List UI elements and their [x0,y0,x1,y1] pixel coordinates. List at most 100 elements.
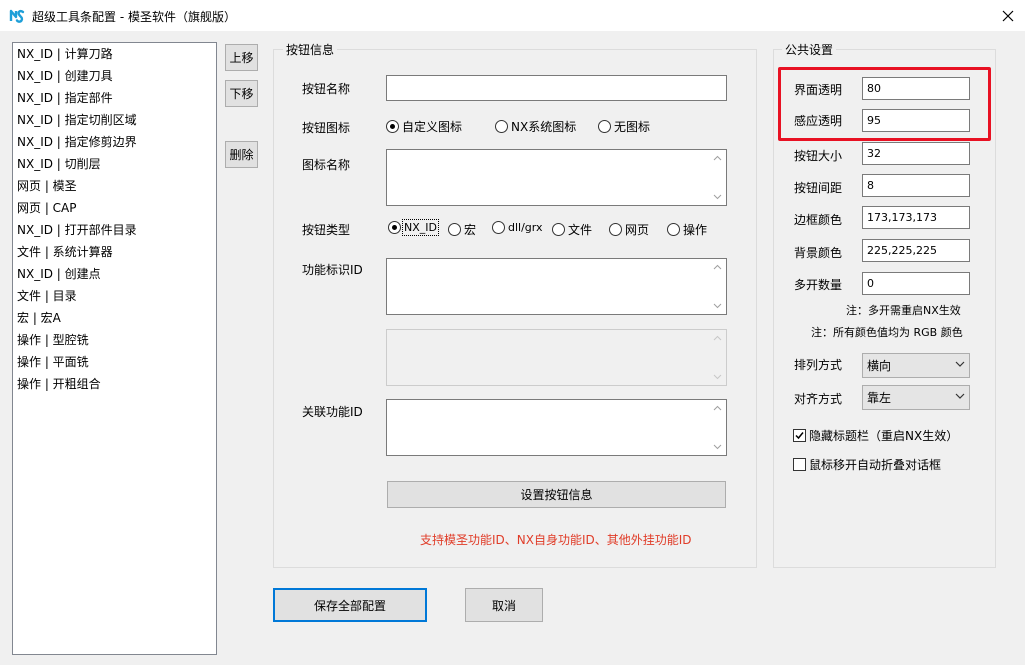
scrollbar[interactable] [709,150,726,205]
list-item[interactable]: NX_ID | 计算刀路 [17,43,113,65]
related-func-label: 关联功能ID [302,405,363,419]
sensing-opacity-label: 感应透明 [794,114,843,128]
type-radio-macro-label: 宏 [464,223,477,237]
delete-button[interactable]: 删除 [225,141,258,168]
list-item[interactable]: NX_ID | 打开部件目录 [17,219,137,241]
list-item[interactable]: 文件 | 系统计算器 [17,241,113,263]
multi-count-input[interactable]: 0 [862,272,970,295]
type-radio-dll-label: dll/grx [508,221,543,234]
radio-icon [495,120,508,133]
public-settings-group-title: 公共设置 [782,41,837,58]
button-name-input[interactable] [386,75,727,101]
scroll-up-icon [713,264,722,270]
button-spacing-label: 按钮间距 [794,181,843,195]
icon-name-textarea[interactable] [386,149,727,206]
arrange-select[interactable]: 横向 [862,353,970,378]
interface-opacity-input[interactable]: 80 [862,77,970,100]
disabled-textarea [386,329,727,386]
chevron-down-icon [955,361,965,367]
type-radio-nxid-label: NX_ID [402,219,439,236]
hide-titlebar-checkbox[interactable]: 隐藏标题栏（重启NX生效） [793,427,958,444]
close-icon [1002,10,1013,21]
type-radio-operation-label: 操作 [683,223,708,237]
icon-radio-custom-label: 自定义图标 [402,120,463,134]
auto-collapse-label: 鼠标移开自动折叠对话框 [809,458,942,472]
multi-restart-note: 注：多开需重启NX生效 [846,304,961,317]
scroll-up-icon [713,405,722,411]
align-select-value: 靠左 [867,391,892,405]
scroll-down-icon [713,374,722,380]
list-item[interactable]: NX_ID | 指定切削区域 [17,109,137,131]
list-item[interactable]: NX_ID | 创建点 [17,263,101,285]
arrange-select-value: 横向 [867,359,892,373]
set-button-info-button[interactable]: 设置按钮信息 [387,481,726,508]
list-item[interactable]: NX_ID | 指定修剪边界 [17,131,137,153]
type-radio-file[interactable]: 文件 [552,221,592,238]
list-item[interactable]: NX_ID | 切削层 [17,153,101,175]
button-name-label: 按钮名称 [302,82,351,96]
hide-titlebar-label: 隐藏标题栏（重启NX生效） [809,429,959,443]
icon-radio-nx[interactable]: NX系统图标 [495,118,576,135]
list-item[interactable]: 操作 | 型腔铣 [17,329,89,351]
scroll-up-icon [713,155,722,161]
type-radio-web-label: 网页 [625,223,650,237]
arrange-label: 排列方式 [794,358,843,372]
scrollbar[interactable] [709,259,726,314]
list-item[interactable]: 网页 | 模圣 [17,175,77,197]
checkbox-icon [793,458,806,471]
scroll-down-icon [713,194,722,200]
border-color-label: 边框颜色 [794,213,843,227]
scrollbar [709,330,726,385]
type-radio-web[interactable]: 网页 [609,221,649,238]
move-down-button[interactable]: 下移 [225,80,258,107]
save-all-button[interactable]: 保存全部配置 [273,588,427,622]
func-id-textarea[interactable] [386,258,727,315]
radio-selected-icon [386,120,399,133]
app-logo-icon [9,9,25,23]
list-item[interactable]: 文件 | 目录 [17,285,77,307]
list-item[interactable]: 网页 | CAP [17,197,77,219]
bg-color-input[interactable]: 225,225,225 [862,239,970,262]
radio-icon [552,223,565,236]
radio-selected-icon [388,221,401,234]
close-button[interactable] [990,0,1025,31]
func-id-note: 支持模圣功能ID、NX自身功能ID、其他外挂功能ID [420,533,692,547]
auto-collapse-checkbox[interactable]: 鼠标移开自动折叠对话框 [793,456,941,473]
scroll-down-icon [713,444,722,450]
list-item[interactable]: NX_ID | 指定部件 [17,87,113,109]
button-info-group-title: 按钮信息 [283,41,338,58]
checkbox-checked-icon [793,429,806,442]
border-color-input[interactable]: 173,173,173 [862,206,970,229]
icon-radio-custom[interactable]: 自定义图标 [386,118,462,135]
button-spacing-input[interactable]: 8 [862,174,970,197]
button-size-label: 按钮大小 [794,149,843,163]
radio-icon [492,221,505,234]
icon-radio-none[interactable]: 无图标 [598,118,650,135]
scroll-up-icon [713,335,722,341]
type-radio-operation[interactable]: 操作 [667,221,707,238]
list-item[interactable]: 宏 | 宏A [17,307,61,329]
scrollbar[interactable] [709,400,726,455]
related-func-textarea[interactable] [386,399,727,456]
interface-opacity-label: 界面透明 [794,83,843,97]
list-item[interactable]: NX_ID | 创建刀具 [17,65,113,87]
button-icon-label: 按钮图标 [302,121,351,135]
bg-color-label: 背景颜色 [794,246,843,260]
scroll-down-icon [713,303,722,309]
list-item[interactable]: 操作 | 开粗组合 [17,373,101,395]
list-item[interactable]: 操作 | 平面铣 [17,351,89,373]
type-radio-nxid[interactable]: NX_ID [388,219,439,236]
cancel-button[interactable]: 取消 [465,588,543,622]
button-list[interactable]: NX_ID | 计算刀路 NX_ID | 创建刀具 NX_ID | 指定部件 N… [12,42,217,655]
func-id-label: 功能标识ID [302,263,363,277]
type-radio-dll[interactable]: dll/grx [492,221,543,234]
type-radio-macro[interactable]: 宏 [448,221,476,238]
sensing-opacity-input[interactable]: 95 [862,109,970,132]
type-radio-file-label: 文件 [568,223,593,237]
radio-icon [598,120,611,133]
button-size-input[interactable]: 32 [862,142,970,165]
rgb-note: 注：所有颜色值均为 RGB 颜色 [811,326,963,339]
icon-radio-none-label: 无图标 [614,120,651,134]
align-select[interactable]: 靠左 [862,385,970,410]
move-up-button[interactable]: 上移 [225,44,258,71]
